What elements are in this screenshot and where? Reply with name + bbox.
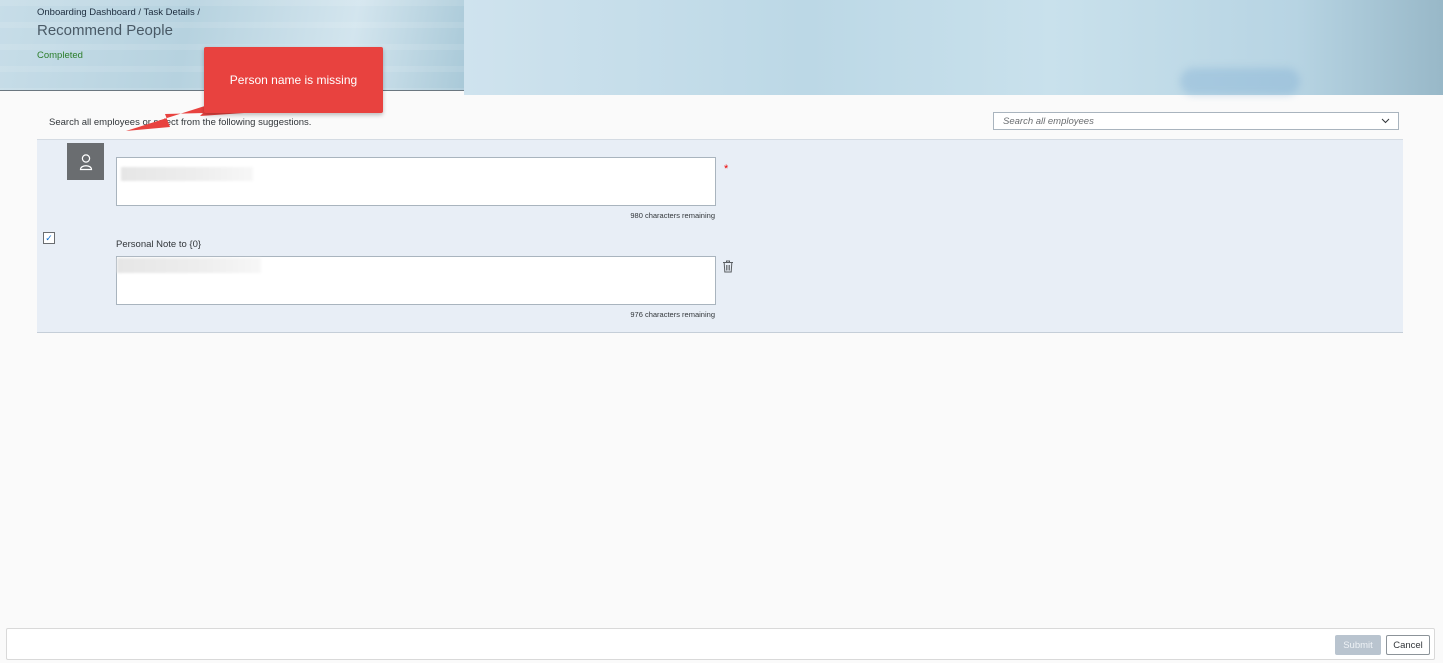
- header-background-right: [464, 0, 1443, 95]
- include-note-checkbox[interactable]: ✓: [43, 232, 55, 244]
- personal-note-label: Personal Note to {0}: [116, 239, 202, 250]
- page-title: Recommend People: [37, 22, 173, 39]
- status-label: Completed: [37, 50, 83, 61]
- cancel-button[interactable]: Cancel: [1386, 635, 1430, 655]
- trash-icon[interactable]: [722, 260, 734, 278]
- employee-search-select[interactable]: Search all employees: [993, 112, 1399, 130]
- name-character-counter: 980 characters remaining: [630, 211, 715, 220]
- footer-toolbar: [6, 628, 1435, 660]
- annotation-callout: Person name is missing: [204, 47, 383, 113]
- redacted-text: [121, 167, 253, 181]
- search-placeholder: Search all employees: [1003, 116, 1094, 127]
- search-instruction: Search all employees or select from the …: [49, 117, 312, 128]
- person-name-field[interactable]: [116, 157, 716, 206]
- chevron-down-icon[interactable]: [1381, 113, 1390, 132]
- personal-note-field[interactable]: [116, 256, 716, 305]
- submit-button[interactable]: Submit: [1335, 635, 1381, 655]
- person-icon: [67, 143, 104, 180]
- annotation-text: Person name is missing: [229, 73, 358, 87]
- breadcrumb[interactable]: Onboarding Dashboard / Task Details /: [37, 7, 200, 18]
- redacted-text: [117, 258, 261, 273]
- note-character-counter: 976 characters remaining: [630, 310, 715, 319]
- required-marker: *: [724, 163, 729, 175]
